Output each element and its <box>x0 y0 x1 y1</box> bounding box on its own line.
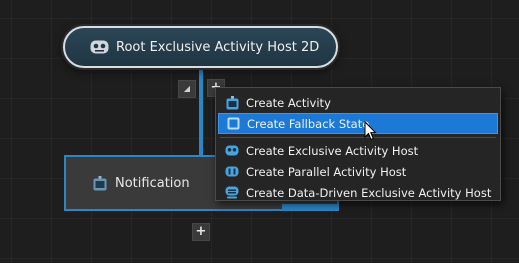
menu-item-label: Create Data-Driven Exclusive Activity Ho… <box>246 185 492 200</box>
menu-item-label: Create Fallback State <box>247 116 370 131</box>
data-driven-host-icon <box>225 186 239 200</box>
root-node-label: Root Exclusive Activity Host 2D <box>116 39 320 55</box>
create-node-context-menu: Create Activity Create Fallback State Cr… <box>215 87 501 201</box>
menu-item-label: Create Activity <box>246 95 331 110</box>
fallback-state-icon <box>226 117 240 131</box>
menu-item-create-parallel-activity-host[interactable]: Create Parallel Activity Host <box>218 161 498 182</box>
add-sibling-button[interactable]: + <box>192 223 210 241</box>
node-progress-bar <box>282 204 337 209</box>
mouse-cursor-icon <box>364 120 377 141</box>
menu-item-create-fallback-state[interactable]: Create Fallback State <box>218 113 498 134</box>
notification-node-label: Notification <box>115 175 190 191</box>
menu-separator <box>220 137 496 138</box>
parallel-host-icon <box>225 165 239 179</box>
activity-icon <box>225 95 239 110</box>
menu-item-create-exclusive-activity-host[interactable]: Create Exclusive Activity Host <box>218 140 498 161</box>
exclusive-host-icon <box>90 40 109 54</box>
menu-item-create-data-driven-exclusive-activity-host[interactable]: Create Data-Driven Exclusive Activity Ho… <box>218 182 498 203</box>
exclusive-host-icon <box>225 144 239 158</box>
menu-item-label: Create Exclusive Activity Host <box>246 143 419 158</box>
root-to-child-connector <box>199 68 203 155</box>
menu-item-create-activity[interactable]: Create Activity <box>218 92 498 113</box>
root-exclusive-activity-host-node[interactable]: Root Exclusive Activity Host 2D <box>63 26 338 68</box>
activity-icon <box>93 175 107 191</box>
collapse-toggle-button[interactable]: ◢ <box>178 80 196 98</box>
menu-item-label: Create Parallel Activity Host <box>246 164 407 179</box>
